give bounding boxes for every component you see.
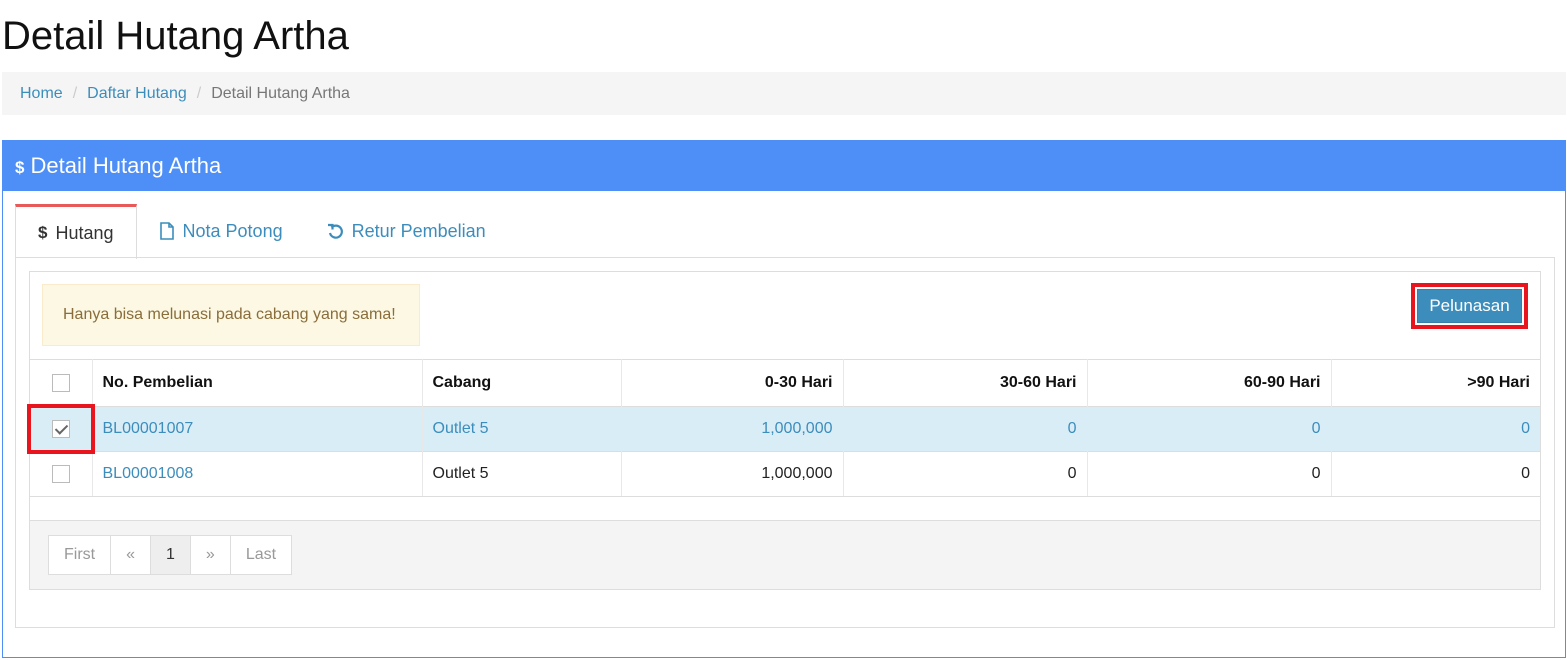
row-90: 0 — [1331, 451, 1540, 497]
hutang-box: Hanya bisa melunasi pada cabang yang sam… — [27, 271, 1541, 590]
row-select-cell — [30, 451, 93, 497]
warning-alert: Hanya bisa melunasi pada cabang yang sam… — [42, 284, 420, 346]
pelunasan-button[interactable]: Pelunasan — [1417, 289, 1522, 323]
row-0-30: 1,000,000 — [621, 451, 844, 497]
col-cabang[interactable]: Cabang — [422, 359, 622, 407]
row-select-cell — [30, 406, 93, 452]
table-row[interactable]: BL00001008 Outlet 5 1,000,000 0 0 0 — [30, 451, 1540, 497]
col-no-pembelian[interactable]: No. Pembelian — [92, 359, 423, 407]
panel-title: Detail Hutang Artha — [30, 153, 222, 178]
row-90: 0 — [1331, 406, 1540, 452]
select-all-checkbox[interactable] — [51, 373, 70, 392]
row-no-pembelian[interactable]: BL00001007 — [92, 406, 423, 452]
row-0-30: 1,000,000 — [621, 406, 844, 452]
detail-panel: $ Detail Hutang Artha $ Hutang Nota Poto… — [2, 140, 1566, 658]
tab-content: Hanya bisa melunasi pada cabang yang sam… — [15, 257, 1555, 628]
hutang-table: No. Pembelian Cabang 0-30 Hari 30-60 Har… — [30, 359, 1540, 497]
tab-label: Nota Potong — [182, 220, 283, 241]
row-60-90: 0 — [1087, 406, 1332, 452]
dollar-icon: $ — [15, 158, 25, 177]
tab-label: Retur Pembelian — [351, 220, 486, 241]
breadcrumb-separator: / — [72, 84, 78, 102]
row-30-60: 0 — [843, 406, 1088, 452]
tab-bar: $ Hutang Nota Potong Retur Pembelian — [15, 204, 508, 259]
undo-icon — [327, 223, 344, 240]
file-icon — [159, 222, 175, 240]
breadcrumb-current: Detail Hutang Artha — [211, 84, 350, 102]
row-60-90: 0 — [1087, 451, 1332, 497]
dollar-icon: $ — [38, 223, 48, 242]
row-checkbox[interactable] — [51, 419, 70, 438]
tab-hutang[interactable]: $ Hutang — [15, 204, 137, 259]
tab-retur-pembelian[interactable]: Retur Pembelian — [305, 204, 508, 258]
row-checkbox[interactable] — [51, 464, 70, 483]
col-90-hari[interactable]: >90 Hari — [1331, 359, 1540, 407]
row-cabang: Outlet 5 — [422, 406, 622, 452]
col-30-60-hari[interactable]: 30-60 Hari — [843, 359, 1088, 407]
table-row[interactable]: BL00001007 Outlet 5 1,000,000 0 0 0 — [30, 406, 1540, 452]
col-60-90-hari[interactable]: 60-90 Hari — [1087, 359, 1332, 407]
select-all-cell — [30, 359, 93, 407]
breadcrumb-daftar-hutang[interactable]: Daftar Hutang — [87, 85, 187, 103]
pagination-prev[interactable]: « — [110, 535, 152, 575]
breadcrumb-separator: / — [196, 84, 202, 102]
panel-heading: $ Detail Hutang Artha — [3, 141, 1565, 191]
table-footer: First « 1 » Last — [30, 520, 1540, 589]
row-30-60: 0 — [843, 451, 1088, 497]
tab-nota-potong[interactable]: Nota Potong — [137, 204, 305, 258]
breadcrumb: Home / Daftar Hutang / Detail Hutang Art… — [2, 72, 1566, 115]
pelunasan-highlight: Pelunasan — [1411, 283, 1528, 329]
row-cabang: Outlet 5 — [422, 451, 622, 497]
page-title: Detail Hutang Artha — [2, 14, 349, 58]
tab-label: Hutang — [55, 222, 114, 243]
col-0-30-hari[interactable]: 0-30 Hari — [621, 359, 844, 407]
row-no-pembelian[interactable]: BL00001008 — [92, 451, 423, 497]
pagination: First « 1 » Last — [48, 535, 293, 575]
pagination-first[interactable]: First — [48, 535, 112, 575]
breadcrumb-home[interactable]: Home — [20, 85, 63, 103]
pagination-next[interactable]: » — [189, 535, 231, 575]
pagination-current[interactable]: 1 — [150, 535, 191, 575]
pagination-last[interactable]: Last — [229, 535, 293, 575]
table-header-row: No. Pembelian Cabang 0-30 Hari 30-60 Har… — [30, 359, 1540, 407]
